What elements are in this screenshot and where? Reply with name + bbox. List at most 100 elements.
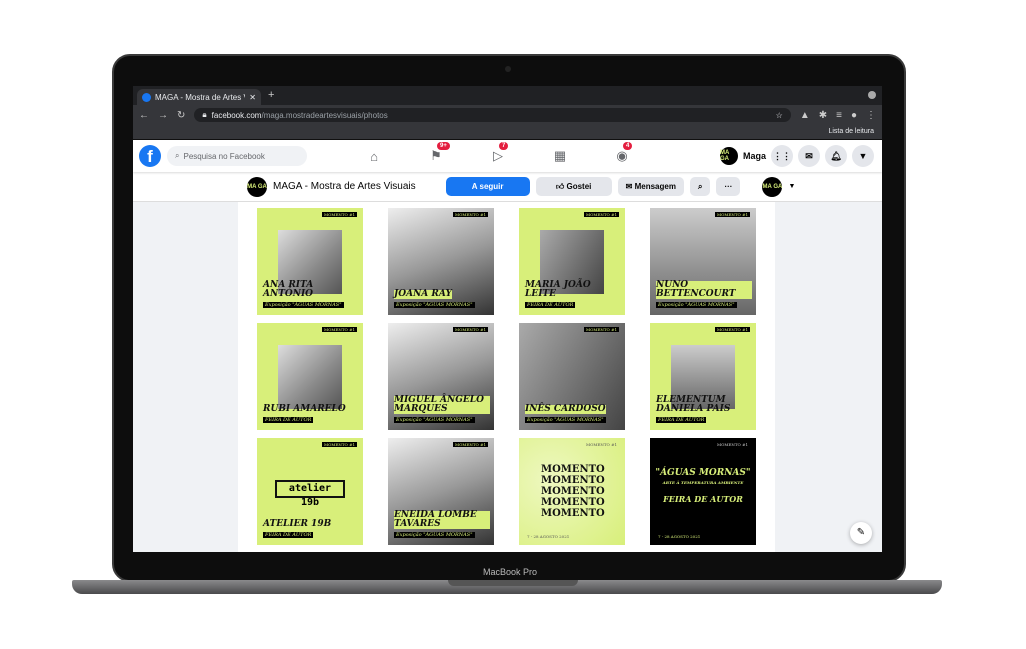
reload-icon[interactable]: ↻ bbox=[177, 110, 185, 121]
tile-name: ENEIDA LOMBE TAVARES bbox=[394, 511, 490, 529]
address-toolbar: ← → ↻ 🔒︎ facebook.com/maga.mostradeartes… bbox=[133, 105, 882, 125]
page-search-icon[interactable]: ⌕ bbox=[689, 177, 711, 196]
page-title[interactable]: MAGA - Mostra de Artes Visuais bbox=[273, 181, 416, 192]
photo-tile[interactable]: MOMENTO #1 INÊS CARDOSO Exposição "ÁGUAS M… bbox=[519, 323, 625, 430]
page-avatar[interactable]: MA GA bbox=[247, 176, 267, 197]
moment-label: MOMENTO #1 bbox=[714, 327, 750, 332]
browser-tab[interactable]: MAGA - Mostra de Artes Visuais ✕ bbox=[137, 89, 261, 105]
profile-name[interactable]: Maga bbox=[743, 151, 766, 161]
tile-subtitle: Exposição "ÁGUAS MORNAS" bbox=[394, 532, 475, 538]
messenger-icon[interactable]: ✉ bbox=[798, 145, 820, 167]
header-right: MA GA Maga ⋮⋮ ✉ 🔔︎ ▼ bbox=[719, 145, 874, 167]
photo-grid: MOMENTO #1 ANA RITA ANTÓNIO Exposição "ÁGU… bbox=[238, 202, 775, 552]
black-tile-line3: FEIRA DE AUTOR bbox=[663, 494, 743, 504]
photo-tile[interactable]: MOMENTO #1 ANA RITA ANTÓNIO Exposição "ÁGU… bbox=[257, 208, 363, 315]
marketplace-icon[interactable]: ▦ bbox=[549, 148, 571, 164]
watch-badge: 7 bbox=[499, 142, 509, 150]
facebook-favicon-icon bbox=[142, 92, 151, 102]
laptop-notch bbox=[448, 580, 578, 586]
bookmark-star-icon[interactable]: ☆ bbox=[776, 111, 783, 120]
moment-label: MOMENTO #1 bbox=[716, 442, 748, 447]
tile-name: JOANA RAY bbox=[394, 289, 452, 299]
lock-icon: 🔒︎ bbox=[202, 110, 207, 119]
following-button[interactable]: A seguir bbox=[445, 177, 530, 196]
black-tile-big: "ÁGUAS MORNAS" bbox=[655, 468, 751, 478]
tab-title: MAGA - Mostra de Artes Visuais bbox=[155, 92, 245, 102]
tile-name: NUNO BETTENCOURT bbox=[656, 281, 752, 299]
tile-name: ATELIER 19B bbox=[263, 519, 332, 529]
tile-subtitle: FEIRA DE AUTOR bbox=[656, 417, 707, 423]
close-tab-icon[interactable]: ✕ bbox=[249, 93, 256, 102]
photo-tile[interactable]: MOMENTO #1 JOANA RAY Exposição "ÁGUAS MORN… bbox=[388, 208, 494, 315]
home-icon[interactable]: ⌂ bbox=[363, 149, 385, 164]
chevron-down-icon[interactable]: ▼ bbox=[788, 183, 795, 190]
search-icon: ⌕ bbox=[175, 151, 180, 160]
tile-date: 7 - 28 AGOSTO 2021 bbox=[527, 534, 570, 539]
tile-subtitle: FEIRA DE AUTOR bbox=[263, 532, 314, 538]
photo-tile[interactable]: MOMENTO #1 MOMENTO MOMENTO MOMENTO MOMENT… bbox=[519, 438, 625, 545]
pages-flag-icon[interactable]: ⚑ 9+ bbox=[425, 142, 450, 164]
reading-mode-icon[interactable]: ≡ bbox=[836, 110, 842, 121]
back-icon[interactable]: ← bbox=[139, 110, 149, 121]
photo-tile[interactable]: MOMENTO #1 ENEIDA LOMBE TAVARES Exposição … bbox=[388, 438, 494, 545]
tile-name: ELEMENTUM DANIELA PAIS bbox=[656, 395, 731, 414]
search-input[interactable]: ⌕ Pesquisa no Facebook bbox=[167, 146, 307, 166]
tile-subtitle: Exposição "ÁGUAS MORNAS" bbox=[656, 302, 737, 308]
photo-tile[interactable]: MOMENTO #1 MIGUEL ÂNGELO MARQUES Exposição… bbox=[388, 323, 494, 430]
liked-button[interactable]: 👍︎ Gostei bbox=[535, 177, 612, 196]
search-placeholder: Pesquisa no Facebook bbox=[183, 151, 265, 161]
extensions-puzzle-icon[interactable]: ✱ bbox=[819, 110, 827, 121]
camera bbox=[505, 66, 511, 72]
tile-subtitle: Exposição "ÁGUAS MORNAS" bbox=[394, 302, 475, 308]
url-host: facebook.com bbox=[211, 110, 262, 120]
photo-tile[interactable]: MOMENTO #1 NUNO BETTENCOURT Exposição "ÁGU… bbox=[650, 208, 756, 315]
photo-tile[interactable]: MOMENTO #1 ELEMENTUM DANIELA PAIS FEIRA DE… bbox=[650, 323, 756, 430]
tile-name: INÊS CARDOSO bbox=[525, 404, 606, 414]
notifications-bell-icon[interactable]: 🔔︎ bbox=[825, 145, 847, 167]
photo-tile[interactable]: atelier 19b MOMENTO #1 ATELIER 19B FEIRA DE… bbox=[257, 438, 363, 545]
message-button[interactable]: ✉ Mensagem bbox=[617, 177, 684, 196]
compose-edit-icon[interactable]: ✎ bbox=[850, 522, 872, 544]
facebook-logo-icon[interactable]: f bbox=[139, 145, 161, 167]
photo-tile[interactable]: MOMENTO #1 "ÁGUAS MORNAS" ARTE À TEMPERATU… bbox=[650, 438, 756, 545]
browser-menu-icon[interactable]: ⋮ bbox=[866, 110, 876, 121]
extension-icon[interactable]: ▲ bbox=[800, 110, 810, 121]
moment-label: MOMENTO #1 bbox=[321, 212, 357, 217]
page-header: MA GA MAGA - Mostra de Artes Visuais A s… bbox=[133, 172, 882, 202]
reading-list-link[interactable]: Lista de leitura bbox=[828, 128, 874, 135]
account-chevron-down-icon[interactable]: ▼ bbox=[852, 145, 874, 167]
tile-subtitle: Exposição "ÁGUAS MORNAS" bbox=[394, 417, 475, 423]
photo-tile[interactable]: MOMENTO #1 MARIA JOÃO LEITE FEIRA DE AUTOR bbox=[519, 208, 625, 315]
browser-window: MAGA - Mostra de Artes Visuais ✕ + ← → ↻… bbox=[133, 86, 882, 552]
moment-label: MOMENTO #1 bbox=[452, 327, 488, 332]
forward-icon[interactable]: → bbox=[158, 110, 168, 121]
device-label: MacBook Pro bbox=[482, 567, 538, 577]
photo-tile[interactable]: MOMENTO #1 RUBI AMARELO FEIRA DE AUTOR bbox=[257, 323, 363, 430]
main-nav: ⌂ ⚑ 9+ ▷ 7 ▦ ◉ 4 bbox=[363, 140, 633, 172]
liked-label: Gostei bbox=[566, 182, 592, 191]
switch-profile-avatar[interactable]: MA GA bbox=[762, 176, 783, 197]
watch-icon[interactable]: ▷ 7 bbox=[487, 142, 509, 164]
menu-grid-icon[interactable]: ⋮⋮ bbox=[771, 145, 793, 167]
new-tab-icon[interactable]: + bbox=[268, 89, 274, 101]
moment-label: MOMENTO #1 bbox=[452, 442, 488, 447]
following-label: A seguir bbox=[471, 182, 504, 191]
window-menu-icon[interactable] bbox=[868, 91, 876, 99]
groups-badge: 4 bbox=[623, 142, 633, 150]
more-options-icon[interactable]: ··· bbox=[716, 177, 741, 196]
moment-label: MOMENTO #1 bbox=[714, 212, 750, 217]
profile-avatar-icon[interactable]: ● bbox=[851, 110, 857, 121]
moment-label: MOMENTO #1 bbox=[585, 442, 617, 447]
groups-icon[interactable]: ◉ 4 bbox=[611, 142, 633, 164]
bookmarks-bar: Lista de leitura bbox=[133, 125, 882, 140]
moment-label: MOMENTO #1 bbox=[452, 212, 488, 217]
tile-date: 7 - 28 AGOSTO 2021 bbox=[658, 534, 701, 539]
tab-bar: MAGA - Mostra de Artes Visuais ✕ + bbox=[133, 86, 882, 105]
momento-text: MOMENTO MOMENTO MOMENTO MOMENTO MOMENTO bbox=[541, 464, 605, 519]
tile-subtitle: Exposição "ÁGUAS MORNAS" bbox=[525, 417, 606, 423]
url-bar[interactable]: 🔒︎ facebook.com/maga.mostradeartesvisuai… bbox=[194, 108, 791, 122]
tile-subtitle: FEIRA DE AUTOR bbox=[263, 417, 314, 423]
tile-subtitle: Exposição "ÁGUAS MORNAS" bbox=[263, 302, 344, 308]
profile-avatar[interactable]: MA GA bbox=[719, 147, 738, 165]
facebook-header: f ⌕ Pesquisa no Facebook ⌂ ⚑ 9+ ▷ 7 ▦ ◉ 4 MA… bbox=[133, 140, 882, 172]
